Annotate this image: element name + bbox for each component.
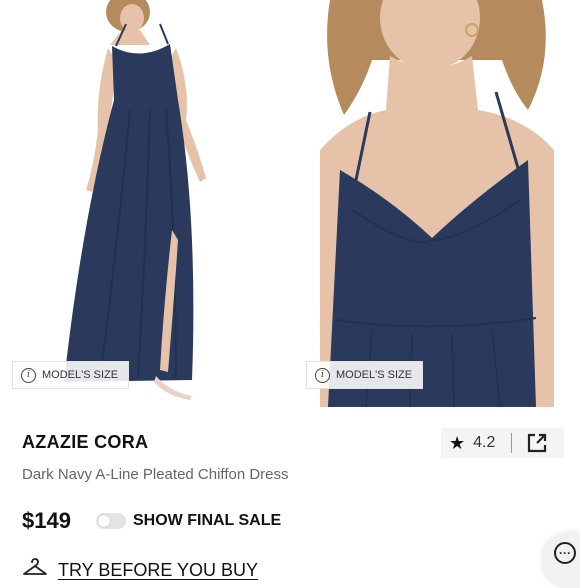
chat-icon: ··· [554, 542, 576, 564]
try-before-you-buy-link[interactable]: TRY BEFORE YOU BUY [22, 558, 258, 583]
model-size-button-right[interactable]: i MODEL'S SIZE [306, 361, 424, 389]
final-sale-toggle[interactable] [96, 513, 126, 529]
product-name: Dark Navy A-Line Pleated Chiffon Dress [22, 466, 289, 483]
try-before-you-buy-label: TRY BEFORE YOU BUY [58, 560, 259, 580]
model-full-length-illustration [0, 0, 288, 407]
product-image-closeup[interactable] [292, 0, 580, 407]
model-size-button-left[interactable]: i MODEL'S SIZE [12, 361, 130, 389]
share-icon[interactable] [526, 432, 548, 454]
toggle-knob [98, 515, 110, 527]
model-size-label: MODEL'S SIZE [336, 369, 413, 381]
info-icon: i [315, 367, 330, 383]
product-image-full-length[interactable] [0, 0, 288, 407]
product-price: $149 [22, 508, 71, 533]
product-brand: AZAZIE CORA [22, 432, 149, 452]
model-closeup-illustration [292, 0, 580, 407]
rating-share-bar: ★ 4.2 [441, 428, 564, 458]
star-icon: ★ [449, 433, 466, 453]
model-size-label: MODEL'S SIZE [42, 369, 119, 381]
divider [511, 433, 513, 453]
final-sale-label[interactable]: SHOW FINAL SALE [133, 512, 281, 530]
rating-value[interactable]: 4.2 [473, 434, 495, 452]
hanger-icon [22, 558, 48, 583]
info-icon: i [21, 367, 36, 383]
